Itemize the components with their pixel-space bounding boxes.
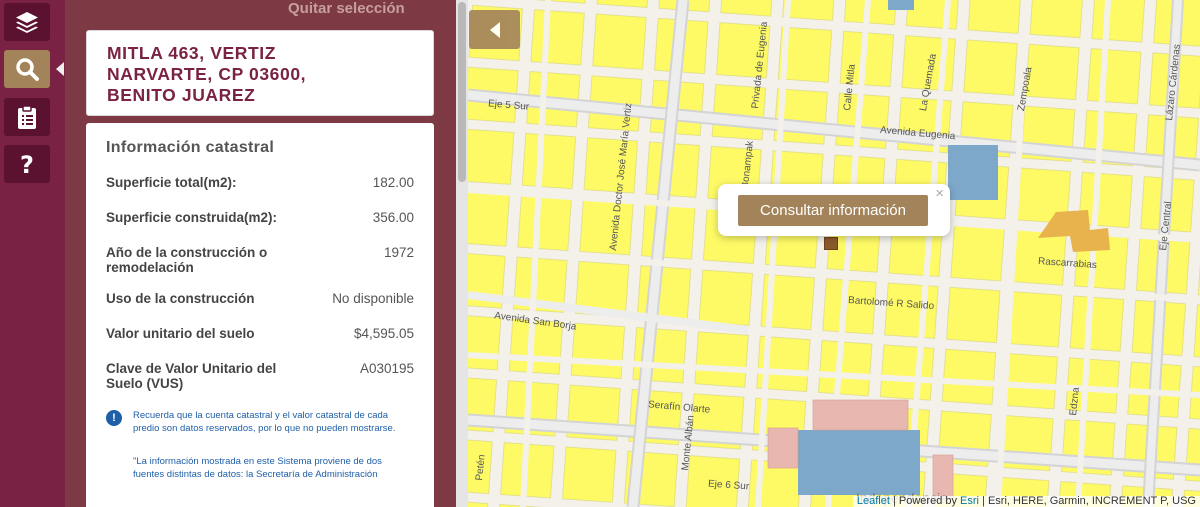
info-label: Año de la construcción o remodelación bbox=[106, 245, 268, 275]
collapse-panel-button[interactable] bbox=[469, 10, 520, 49]
info-row: Clave de Valor Unitario del Suelo (VUS) … bbox=[106, 361, 414, 391]
layers-button[interactable] bbox=[4, 3, 50, 41]
info-value: 182.00 bbox=[372, 175, 414, 190]
info-row: Superficie total(m2): 182.00 bbox=[106, 175, 414, 190]
esri-link[interactable]: Esri bbox=[960, 495, 979, 507]
clipboard-icon bbox=[18, 105, 36, 129]
attribution-rest: | Esri, HERE, Garmin, INCREMENT P, USG bbox=[979, 495, 1196, 507]
panel-scrollbar-thumb[interactable] bbox=[458, 2, 466, 182]
card-title: Información catastral bbox=[106, 139, 275, 156]
address-box: MITLA 463, VERTIZ NARVARTE, CP 03600, BE… bbox=[86, 30, 434, 116]
help-button[interactable]: ? bbox=[4, 145, 50, 183]
info-label: Uso de la construcción bbox=[106, 291, 255, 306]
info-value: No disponible bbox=[332, 291, 414, 306]
info-icon: ! bbox=[106, 410, 122, 426]
info-row: Uso de la construcción No disponible bbox=[106, 291, 414, 306]
layers-icon bbox=[16, 12, 38, 33]
map-canvas[interactable] bbox=[468, 0, 1200, 507]
info-row: Valor unitario del suelo $4,595.05 bbox=[106, 326, 414, 341]
address-line: NARVARTE, CP 03600, bbox=[107, 64, 307, 84]
map-popup: × Consultar información bbox=[718, 184, 950, 236]
info-row: Año de la construcción o remodelación 19… bbox=[106, 245, 414, 275]
leaflet-link[interactable]: Leaflet bbox=[857, 495, 890, 507]
info-value: A030195 bbox=[359, 361, 414, 376]
cadastral-info-card: Información catastral Superficie total(m… bbox=[86, 123, 434, 507]
info-label: Superficie total(m2): bbox=[106, 175, 237, 190]
question-icon: ? bbox=[20, 151, 34, 177]
close-icon[interactable]: × bbox=[935, 185, 944, 202]
search-icon bbox=[16, 58, 39, 81]
selected-parcel-marker[interactable] bbox=[824, 237, 838, 250]
info-label: Clave de Valor Unitario del Suelo (VUS) bbox=[106, 361, 277, 391]
map-view[interactable]: Eje 5 Sur Avenida Eugenia Rascarrabias B… bbox=[468, 0, 1200, 507]
info-value: 356.00 bbox=[372, 210, 414, 225]
clear-selection-link[interactable]: Quitar selección bbox=[288, 0, 405, 17]
privacy-note: ! Recuerda que la cuenta catastral y el … bbox=[106, 409, 414, 435]
info-label: Valor unitario del suelo bbox=[106, 326, 255, 341]
privacy-note-text: Recuerda que la cuenta catastral y el va… bbox=[133, 410, 396, 434]
source-note: "La información mostrada en este Sistema… bbox=[133, 456, 382, 480]
info-label: Superficie construida(m2): bbox=[106, 210, 278, 225]
info-value: $4,595.05 bbox=[353, 326, 414, 341]
consult-info-button[interactable]: Consultar información bbox=[738, 195, 928, 226]
report-button[interactable] bbox=[4, 98, 50, 136]
svg-text:?: ? bbox=[20, 151, 34, 177]
chevron-left-icon bbox=[489, 21, 500, 38]
search-button[interactable] bbox=[4, 50, 50, 88]
address-line: MITLA 463, VERTIZ bbox=[107, 43, 277, 63]
info-row: Superficie construida(m2): 356.00 bbox=[106, 210, 414, 225]
map-attribution: Leaflet | Powered by Esri | Esri, HERE, … bbox=[852, 495, 1200, 507]
attribution-text: | Powered by bbox=[889, 495, 961, 507]
active-indicator bbox=[56, 62, 64, 76]
info-value: 1972 bbox=[383, 245, 414, 260]
address-line: BENITO JUAREZ bbox=[107, 85, 256, 105]
